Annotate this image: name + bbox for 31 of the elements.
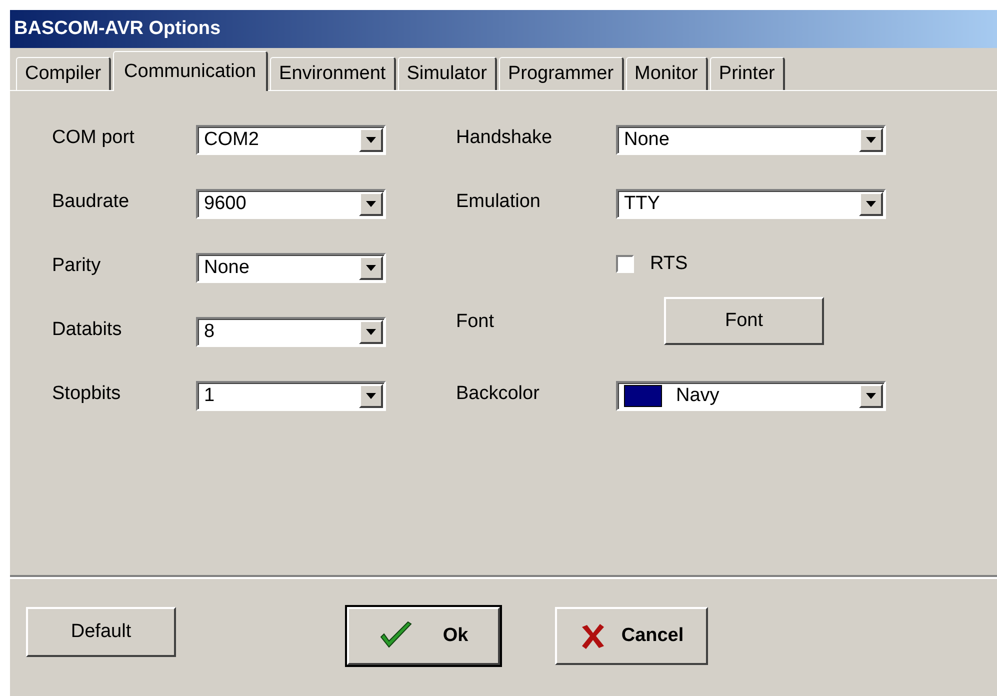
field-label: Stopbits bbox=[52, 382, 122, 406]
dropdown[interactable]: COM2 bbox=[196, 125, 386, 155]
cancel-button[interactable]: Cancel bbox=[555, 607, 708, 665]
field-label: Parity bbox=[52, 254, 102, 278]
tab[interactable]: Compiler bbox=[16, 57, 112, 90]
tab[interactable]: Environment bbox=[270, 57, 396, 90]
field-label: Emulation bbox=[456, 190, 542, 214]
checkbox-label: RTS bbox=[650, 253, 688, 275]
ok-button[interactable]: Ok bbox=[347, 607, 500, 665]
tab[interactable]: Printer bbox=[710, 57, 785, 90]
dropdown[interactable]: 8 bbox=[196, 317, 386, 347]
dropdown[interactable]: None bbox=[196, 253, 386, 283]
field-label: Handshake bbox=[456, 126, 554, 150]
field-label: Backcolor bbox=[456, 382, 540, 406]
default-button[interactable]: Default bbox=[26, 607, 176, 657]
dropdown[interactable]: 1 bbox=[196, 381, 386, 411]
dropdown[interactable]: 9600 bbox=[196, 189, 386, 219]
window-title: BASCOM-AVR Options bbox=[14, 18, 221, 40]
field-label: Baudrate bbox=[52, 190, 130, 214]
field-label: Databits bbox=[52, 318, 123, 342]
tab[interactable]: Programmer bbox=[498, 57, 624, 90]
dropdown[interactable]: TTY bbox=[616, 189, 886, 219]
tab[interactable]: Monitor bbox=[626, 57, 708, 90]
checkbox[interactable] bbox=[616, 255, 634, 273]
dropdown[interactable]: Navy bbox=[616, 381, 886, 411]
font-button[interactable]: Font bbox=[664, 297, 824, 345]
field-label: Font bbox=[456, 311, 496, 334]
dropdown[interactable]: None bbox=[616, 125, 886, 155]
tab[interactable]: Simulator bbox=[398, 57, 497, 90]
tab[interactable]: Communication bbox=[113, 51, 268, 91]
field-label: COM port bbox=[52, 126, 136, 150]
